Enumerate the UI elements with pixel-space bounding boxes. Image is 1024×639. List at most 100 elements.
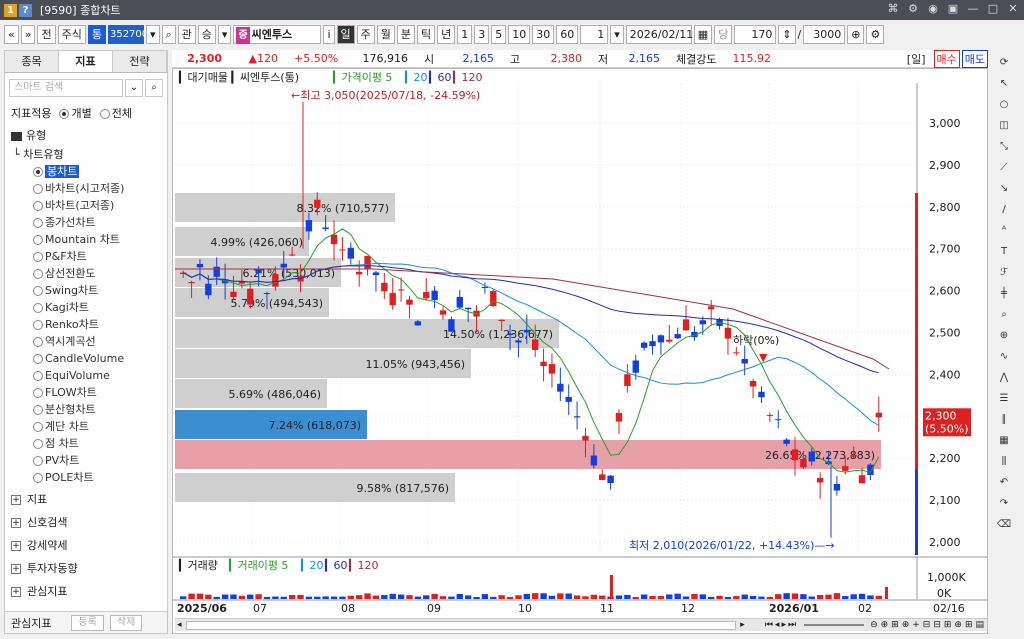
- code-input[interactable]: 352700: [107, 24, 148, 44]
- chart-type-item[interactable]: CandleVolume: [11, 350, 167, 367]
- chart-type-item[interactable]: 점 차트: [11, 435, 167, 452]
- count-stepper[interactable]: ⇕: [778, 24, 796, 44]
- zoom-icon[interactable]: ⊕: [994, 327, 1014, 345]
- help-icon[interactable]: ?: [19, 3, 32, 17]
- circle-icon[interactable]: ○: [994, 96, 1014, 114]
- dang-button[interactable]: 당: [714, 24, 733, 44]
- chart-type-item[interactable]: PV차트: [11, 452, 167, 469]
- period-day[interactable]: 일: [336, 24, 355, 44]
- total-input[interactable]: 3000: [803, 24, 846, 44]
- register-button[interactable]: 등록: [71, 614, 104, 631]
- scroll-right-icon[interactable]: ▸: [740, 620, 745, 630]
- period-tick[interactable]: 틱: [417, 24, 436, 44]
- price-chart[interactable]: ▎대기매물 ▎씨엔투스(통) ▎가격이평 5 ▎20 ▎60 ▎1209.58% (81…: [173, 69, 987, 617]
- apply-all[interactable]: 전체: [99, 105, 132, 121]
- chart-type-item[interactable]: Kagi차트: [11, 299, 167, 316]
- date-input[interactable]: 2026/02/11: [625, 24, 693, 44]
- link-icon[interactable]: ⌘: [886, 2, 900, 16]
- delete-button[interactable]: 삭제: [109, 614, 143, 631]
- market-select[interactable]: 주식: [57, 24, 86, 44]
- cursor-icon[interactable]: ↖: [994, 75, 1014, 93]
- save-icon[interactable]: ▣: [946, 2, 960, 16]
- chart-type-item[interactable]: FLOW차트: [11, 384, 167, 401]
- info-button[interactable]: i: [323, 24, 335, 44]
- seung-button[interactable]: 승: [197, 24, 216, 44]
- chart-type-item[interactable]: Mountain 차트: [11, 231, 167, 248]
- auto-icon[interactable]: ᴬ: [994, 222, 1014, 240]
- gwan-button[interactable]: 관: [177, 24, 196, 44]
- trend-tool-icon[interactable]: ⤡: [994, 138, 1014, 156]
- chart-type-item[interactable]: 봉차트: [11, 163, 167, 180]
- zoom-controls[interactable]: ⊖⊕⊞⊕+⊟⊟⊞⊕⊞▤: [870, 620, 987, 630]
- num-30[interactable]: 30: [532, 24, 555, 44]
- buy-button[interactable]: 매수: [933, 49, 960, 68]
- camera-icon[interactable]: ◉: [926, 2, 940, 16]
- line-tool-icon[interactable]: ⟋: [994, 159, 1014, 177]
- ray-tool-icon[interactable]: ↘: [994, 180, 1014, 198]
- settings-icon[interactable]: ⚙: [906, 2, 920, 16]
- seung-dropdown[interactable]: ▾: [217, 24, 232, 44]
- unit-input[interactable]: 1: [580, 24, 609, 44]
- search-icon[interactable]: ⌕: [161, 24, 176, 44]
- scroll-left-icon[interactable]: ◂: [177, 620, 182, 630]
- text-tool-icon[interactable]: T: [994, 243, 1014, 261]
- zoom-icon[interactable]: ⊕: [847, 24, 865, 44]
- unit-dropdown[interactable]: ▾: [610, 24, 624, 44]
- period-year[interactable]: 년: [437, 24, 456, 44]
- pattern-icon[interactable]: ⋀: [994, 369, 1014, 387]
- search-mode-button[interactable]: ⌄: [125, 79, 143, 97]
- num-5[interactable]: 5: [491, 24, 507, 44]
- count-input[interactable]: 170: [734, 24, 777, 44]
- chart-type-node[interactable]: └ 차트유형: [11, 147, 167, 163]
- chart-type-item[interactable]: 분산형차트: [11, 401, 167, 418]
- chart-type-item[interactable]: Renko차트: [11, 316, 167, 333]
- sell-button[interactable]: 매도: [961, 49, 988, 68]
- diagonal-icon[interactable]: /: [994, 201, 1014, 219]
- parallel-icon[interactable]: ∥: [994, 411, 1014, 429]
- tab-stock[interactable]: 종목: [5, 51, 59, 72]
- jeon-button[interactable]: 전: [37, 24, 56, 44]
- smart-search-input[interactable]: 스마트 검색: [9, 79, 123, 97]
- tab-indicator[interactable]: 지표: [59, 51, 113, 72]
- config-icon[interactable]: ⚙: [866, 24, 885, 44]
- num-3[interactable]: 3: [474, 24, 490, 44]
- tong-button[interactable]: 통: [87, 24, 106, 44]
- num-60[interactable]: 60: [556, 24, 579, 44]
- wave-icon[interactable]: ∿: [994, 348, 1014, 366]
- calendar-icon[interactable]: ▦: [693, 24, 713, 44]
- chart-type-item[interactable]: P&F차트: [11, 248, 167, 265]
- columns-icon[interactable]: ⫼: [994, 453, 1014, 471]
- candle-icon[interactable]: ╪: [994, 285, 1014, 303]
- apply-individual[interactable]: 개별: [59, 105, 92, 121]
- chart-type-item[interactable]: 계단 차트: [11, 418, 167, 435]
- chart-type-item[interactable]: 바차트(시고저종): [11, 180, 167, 197]
- indicator-section[interactable]: + 관심지표: [11, 580, 161, 603]
- scroll-track[interactable]: [185, 620, 737, 630]
- eraser-icon[interactable]: ⌫: [994, 516, 1014, 534]
- period-minute[interactable]: 분: [396, 24, 416, 44]
- chart-type-item[interactable]: POLE차트: [11, 469, 167, 486]
- indicator-section[interactable]: + 신호검색: [11, 511, 161, 534]
- grid-icon[interactable]: ▦: [994, 432, 1014, 450]
- num-10[interactable]: 10: [508, 24, 531, 44]
- chart-type-item[interactable]: 삼선전환도: [11, 265, 167, 282]
- period-month[interactable]: 월: [376, 24, 395, 44]
- indicator-section[interactable]: + 강세약세: [11, 534, 161, 557]
- next-button[interactable]: »: [20, 24, 36, 44]
- undo-icon[interactable]: ↶: [994, 474, 1014, 492]
- chart-icon[interactable]: ◫: [994, 117, 1014, 135]
- chart-type-item[interactable]: EquiVolume: [11, 367, 167, 384]
- group-type[interactable]: 유형: [5, 123, 167, 147]
- minimize-icon[interactable]: —: [966, 2, 980, 16]
- tab-strategy[interactable]: 전략: [113, 51, 167, 72]
- code-dropdown[interactable]: ▾: [145, 24, 160, 44]
- chart-type-item[interactable]: 역시계곡선: [11, 333, 167, 350]
- indicator-section[interactable]: + 투자자동향: [11, 557, 161, 580]
- search-icon[interactable]: ⌕: [145, 79, 163, 97]
- chart-scrollbar[interactable]: ◂ ▸ ⏮◂▸⏭ ⊖⊕⊞⊕+⊟⊟⊞⊕⊞▤: [175, 618, 987, 631]
- refresh-icon[interactable]: ⟳: [994, 54, 1014, 72]
- num-1[interactable]: 1: [457, 24, 473, 44]
- close-icon[interactable]: ✕: [1006, 2, 1020, 16]
- chart-type-item[interactable]: Swing차트: [11, 282, 167, 299]
- maximize-icon[interactable]: □: [986, 2, 1000, 16]
